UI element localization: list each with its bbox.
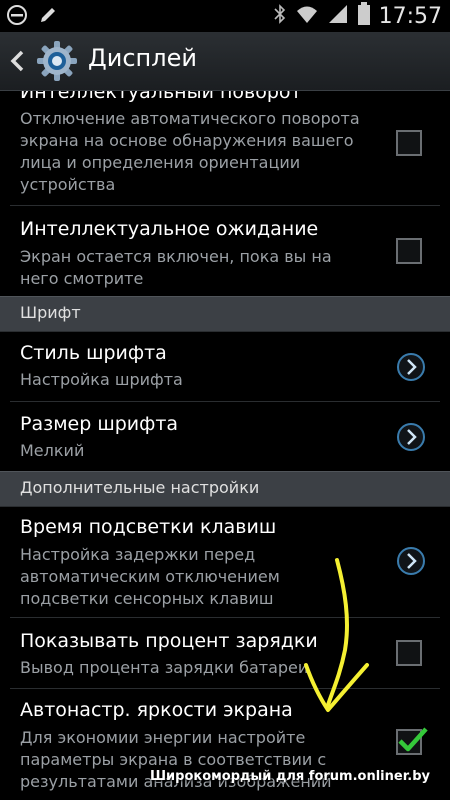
chevron-right-icon[interactable]	[396, 352, 426, 382]
item-summary: Мелкий	[20, 441, 85, 460]
status-bar: 17:57	[0, 0, 450, 32]
page-title: Дисплей	[88, 44, 197, 72]
smart-stay-checkbox[interactable]	[396, 238, 422, 264]
category-advanced: Дополнительные настройки	[0, 471, 450, 507]
item-summary: Настройка шрифта	[20, 370, 183, 389]
action-bar: Дисплей	[0, 32, 450, 91]
item-title: Интеллектуальное ожидание	[20, 218, 319, 240]
chevron-right-icon[interactable]	[396, 546, 426, 576]
item-title: Время подсветки клавиш	[20, 516, 277, 538]
bluetooth-icon	[273, 3, 287, 29]
list-item-font-size[interactable]: Размер шрифта Мелкий	[0, 402, 450, 472]
battery-icon	[357, 2, 371, 30]
pencil-icon	[38, 5, 58, 29]
item-summary: Отключение автоматического поворота экра…	[20, 109, 360, 194]
item-title: Автонастр. яркости экрана	[20, 699, 293, 721]
smart-rotation-checkbox[interactable]	[396, 130, 422, 156]
settings-list: Интеллектуальный поворот Отключение авто…	[0, 91, 450, 800]
wifi-icon	[295, 3, 319, 29]
watermark: Широкомордый для forum.onliner.by	[150, 769, 430, 784]
category-font: Шрифт	[0, 296, 450, 332]
item-title: Стиль шрифта	[20, 342, 167, 364]
chevron-left-icon[interactable]	[8, 49, 28, 73]
signal-icon	[327, 3, 349, 29]
battery-percentage-checkbox[interactable]	[396, 640, 422, 666]
item-summary: Настройка задержки перед автоматическим …	[20, 545, 280, 608]
item-title: Интеллектуальный поворот	[20, 91, 302, 103]
list-item-battery-percentage[interactable]: Показывать процент зарядки Вывод процент…	[0, 618, 450, 688]
category-label: Шрифт	[20, 303, 81, 322]
checkmark-icon	[398, 727, 428, 752]
item-summary: Вывод процента зарядки батареи	[20, 658, 309, 677]
list-item-key-backlight[interactable]: Время подсветки клавиш Настройка задержк…	[0, 506, 450, 616]
list-item-smart-rotation[interactable]: Интеллектуальный поворот Отключение авто…	[0, 91, 450, 195]
gear-icon[interactable]	[36, 40, 78, 82]
item-title: Размер шрифта	[20, 413, 179, 435]
list-item-font-style[interactable]: Стиль шрифта Настройка шрифта	[0, 331, 450, 401]
block-icon	[6, 4, 28, 30]
auto-brightness-checkbox[interactable]	[396, 727, 428, 755]
list-item-smart-stay[interactable]: Интеллектуальное ожидание Экран остается…	[0, 206, 450, 292]
item-summary: Экран остается включен, пока вы на него …	[20, 247, 332, 288]
item-title: Показывать процент зарядки	[20, 630, 318, 652]
category-label: Дополнительные настройки	[20, 478, 260, 497]
chevron-right-icon[interactable]	[396, 422, 426, 452]
status-clock: 17:57	[378, 3, 442, 29]
